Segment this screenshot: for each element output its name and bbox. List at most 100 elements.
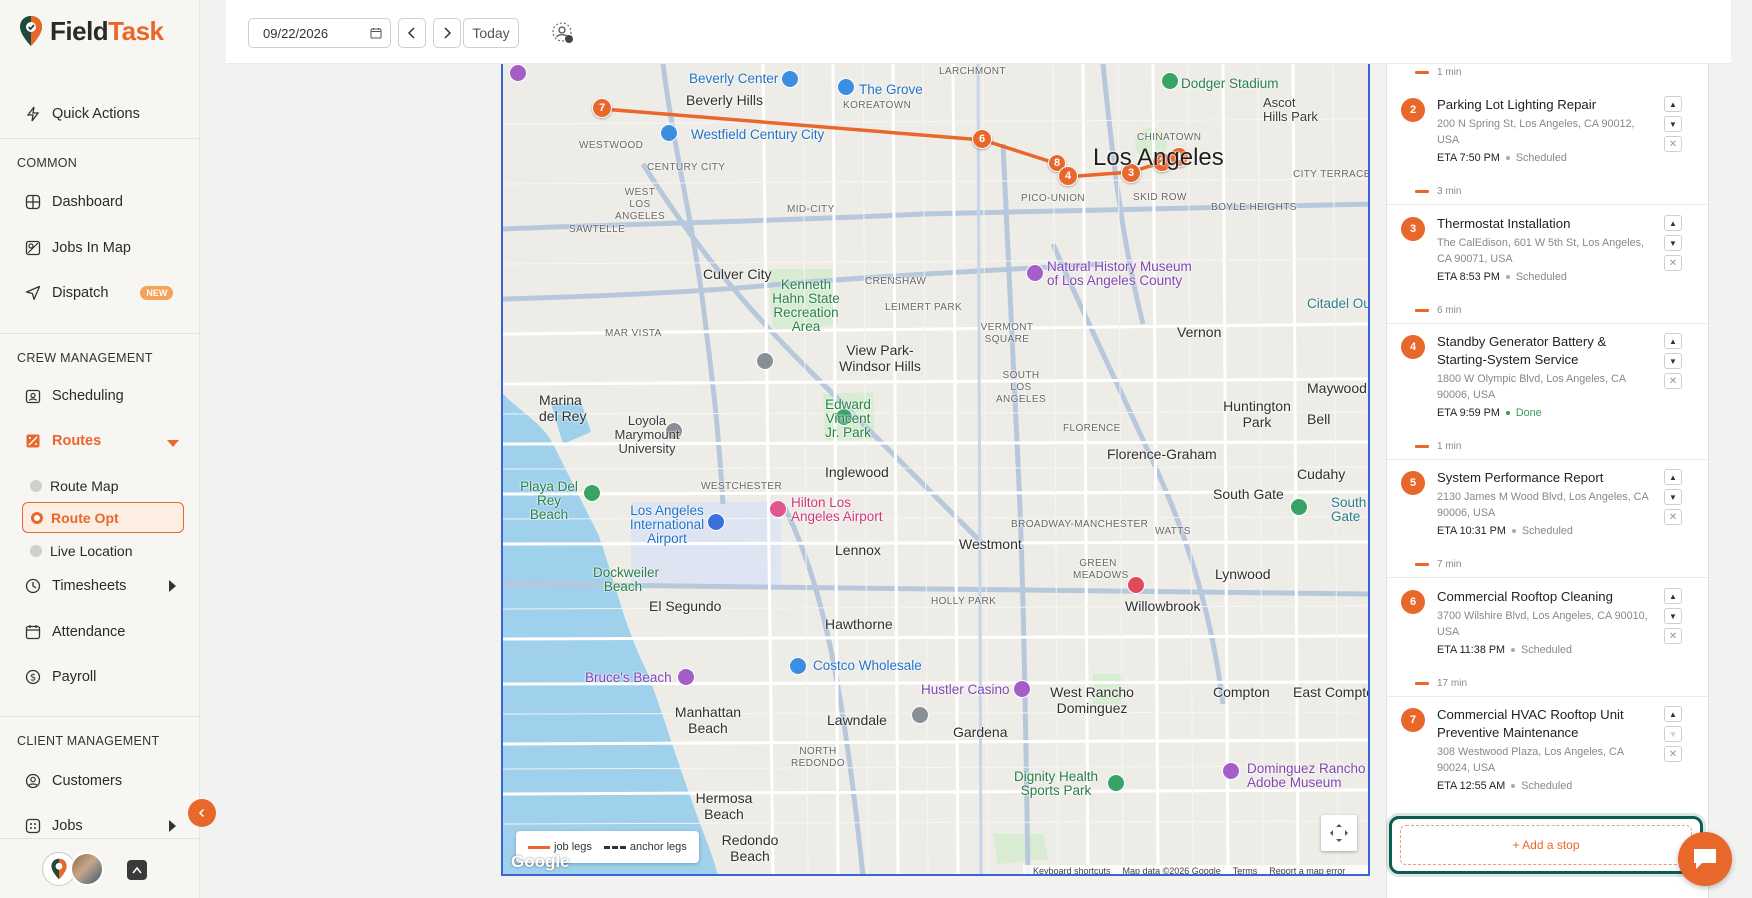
shopping-pin-icon[interactable]: [837, 78, 855, 96]
nav-customers[interactable]: Customers: [24, 768, 122, 794]
map-label: PICO-UNION: [1021, 193, 1085, 204]
move-up-button[interactable]: ▲: [1664, 588, 1682, 604]
stop-card[interactable]: 5 System Performance Report 2130 James M…: [1401, 469, 1691, 549]
move-down-button[interactable]: ▼: [1664, 726, 1682, 742]
map-label: South Gate: [1213, 486, 1284, 502]
remove-stop-button[interactable]: ✕: [1664, 746, 1682, 762]
status-badge: Scheduled: [1521, 525, 1573, 537]
map-label: VERMONT SQUARE: [980, 322, 1034, 345]
park-pin-icon[interactable]: [1107, 774, 1125, 792]
stop-card[interactable]: 7 Commercial HVAC Rooftop Unit Preventiv…: [1401, 706, 1691, 804]
route-marker-6[interactable]: 6: [972, 129, 992, 149]
museum-pin-icon[interactable]: [1026, 264, 1044, 282]
nav-live-location[interactable]: Live Location: [30, 540, 133, 562]
status-badge: Scheduled: [1515, 152, 1567, 164]
keyboard-shortcuts-link[interactable]: Keyboard shortcuts: [1033, 866, 1111, 875]
remove-stop-button[interactable]: ✕: [1664, 255, 1682, 271]
map-label: Inglewood: [825, 464, 889, 480]
gap-label: 7 min: [1437, 558, 1462, 570]
divider: [0, 716, 200, 717]
terms-link[interactable]: Terms: [1233, 866, 1258, 875]
expand-up-icon[interactable]: [127, 860, 147, 880]
report-error-link[interactable]: Report a map error: [1269, 866, 1345, 875]
stop-title: Commercial Rooftop Cleaning: [1437, 589, 1613, 604]
nav-route-opt[interactable]: Route Opt: [22, 502, 184, 533]
map-label: Hermosa Beach: [695, 790, 753, 822]
move-down-button[interactable]: ▼: [1664, 489, 1682, 505]
nav-jobs-in-map[interactable]: Jobs In Map: [24, 235, 131, 261]
stop-controls: ▲ ▼ ✕: [1664, 333, 1682, 393]
calendar-icon[interactable]: [370, 27, 382, 39]
next-day-button[interactable]: [433, 18, 461, 48]
collapse-sidebar-button[interactable]: [188, 799, 216, 827]
park-pin-icon[interactable]: [583, 484, 601, 502]
nav-label: Dashboard: [52, 194, 123, 210]
map-data-text: Map data ©2026 Google: [1122, 865, 1221, 876]
nav-jobs[interactable]: Jobs: [24, 813, 179, 839]
landmark-pin-icon[interactable]: [911, 706, 929, 724]
move-down-button[interactable]: ▼: [1664, 235, 1682, 251]
move-up-button[interactable]: ▲: [1664, 706, 1682, 722]
add-stop-button[interactable]: + Add a stop: [1400, 825, 1692, 865]
remove-stop-button[interactable]: ✕: [1664, 628, 1682, 644]
move-down-button[interactable]: ▼: [1664, 116, 1682, 132]
remove-stop-button[interactable]: ✕: [1664, 373, 1682, 389]
nav-routes[interactable]: Routes: [24, 428, 179, 454]
remove-stop-button[interactable]: ✕: [1664, 509, 1682, 525]
stop-controls: ▲ ▼ ✕: [1664, 706, 1682, 766]
move-down-button[interactable]: ▼: [1664, 608, 1682, 624]
shopping-pin-icon[interactable]: [660, 124, 678, 142]
remove-stop-button[interactable]: ✕: [1664, 136, 1682, 152]
beach-pin-icon[interactable]: [677, 668, 695, 686]
move-up-button[interactable]: ▲: [1664, 96, 1682, 112]
stop-card[interactable]: 3 Thermostat Installation The CalEdison,…: [1401, 215, 1691, 295]
hotel-pin-icon[interactable]: [769, 500, 787, 518]
map-canvas[interactable]: [503, 64, 1370, 876]
status-badge: Done: [1515, 407, 1542, 419]
move-down-button[interactable]: ▼: [1664, 353, 1682, 369]
nav-route-map[interactable]: Route Map: [30, 475, 118, 497]
stop-card[interactable]: 4 Standby Generator Battery & Starting-S…: [1401, 333, 1691, 431]
stop-meta: ETA 11:38 PM Scheduled: [1437, 644, 1572, 656]
nav-dispatch[interactable]: Dispatch NEW: [24, 280, 174, 306]
move-up-button[interactable]: ▲: [1664, 469, 1682, 485]
today-button[interactable]: Today: [463, 18, 519, 48]
hospital-pin-icon[interactable]: [1127, 576, 1145, 594]
stop-card[interactable]: 2 Parking Lot Lighting Repair 200 N Spri…: [1401, 96, 1691, 176]
nav-dashboard[interactable]: Dashboard: [24, 189, 123, 215]
shopping-pin-icon[interactable]: [781, 70, 799, 88]
museum-pin-icon[interactable]: [1222, 762, 1240, 780]
divider: [0, 138, 200, 139]
landmark-pin-icon[interactable]: [756, 352, 774, 370]
brand-logo[interactable]: FieldTask: [18, 14, 164, 48]
move-up-button[interactable]: ▲: [1664, 333, 1682, 349]
stop-title: Parking Lot Lighting Repair: [1437, 97, 1597, 112]
date-input[interactable]: 09/22/2026: [248, 18, 391, 48]
stadium-pin-icon[interactable]: [1161, 72, 1179, 90]
map-label: Dominguez Rancho Adobe Museum: [1247, 761, 1366, 790]
chat-button[interactable]: [1678, 832, 1732, 886]
route-marker-7[interactable]: 7: [592, 98, 612, 118]
casino-pin-icon[interactable]: [1013, 680, 1031, 698]
route-map[interactable]: 7 6 8 4 3 2 1 Beverly Center The Grove B…: [501, 64, 1370, 876]
airport-pin-icon[interactable]: [707, 513, 725, 531]
nav-payroll[interactable]: $ Payroll: [24, 664, 96, 690]
prev-day-button[interactable]: [398, 18, 426, 48]
map-label: Westmont: [959, 536, 1022, 552]
stop-eta: ETA 12:55 AM: [1437, 780, 1506, 792]
nav-attendance[interactable]: Attendance: [24, 619, 125, 645]
nav-quick-actions[interactable]: Quick Actions: [24, 101, 140, 127]
avatar-group[interactable]: [42, 852, 104, 886]
nav-scheduling[interactable]: Scheduling: [24, 383, 124, 409]
travel-gap: 1 min: [1415, 65, 1461, 79]
user-settings-icon[interactable]: [550, 20, 576, 46]
nav-timesheets[interactable]: Timesheets: [24, 573, 179, 599]
museum-pin-icon[interactable]: [509, 64, 527, 82]
stop-card[interactable]: 6 Commercial Rooftop Cleaning 3700 Wilsh…: [1401, 588, 1691, 668]
route-marker-4[interactable]: 4: [1058, 166, 1078, 186]
fit-bounds-button[interactable]: [1321, 815, 1357, 851]
user-avatar[interactable]: [70, 852, 104, 886]
park-pin-icon[interactable]: [1290, 498, 1308, 516]
move-up-button[interactable]: ▲: [1664, 215, 1682, 231]
shopping-pin-icon[interactable]: [789, 657, 807, 675]
